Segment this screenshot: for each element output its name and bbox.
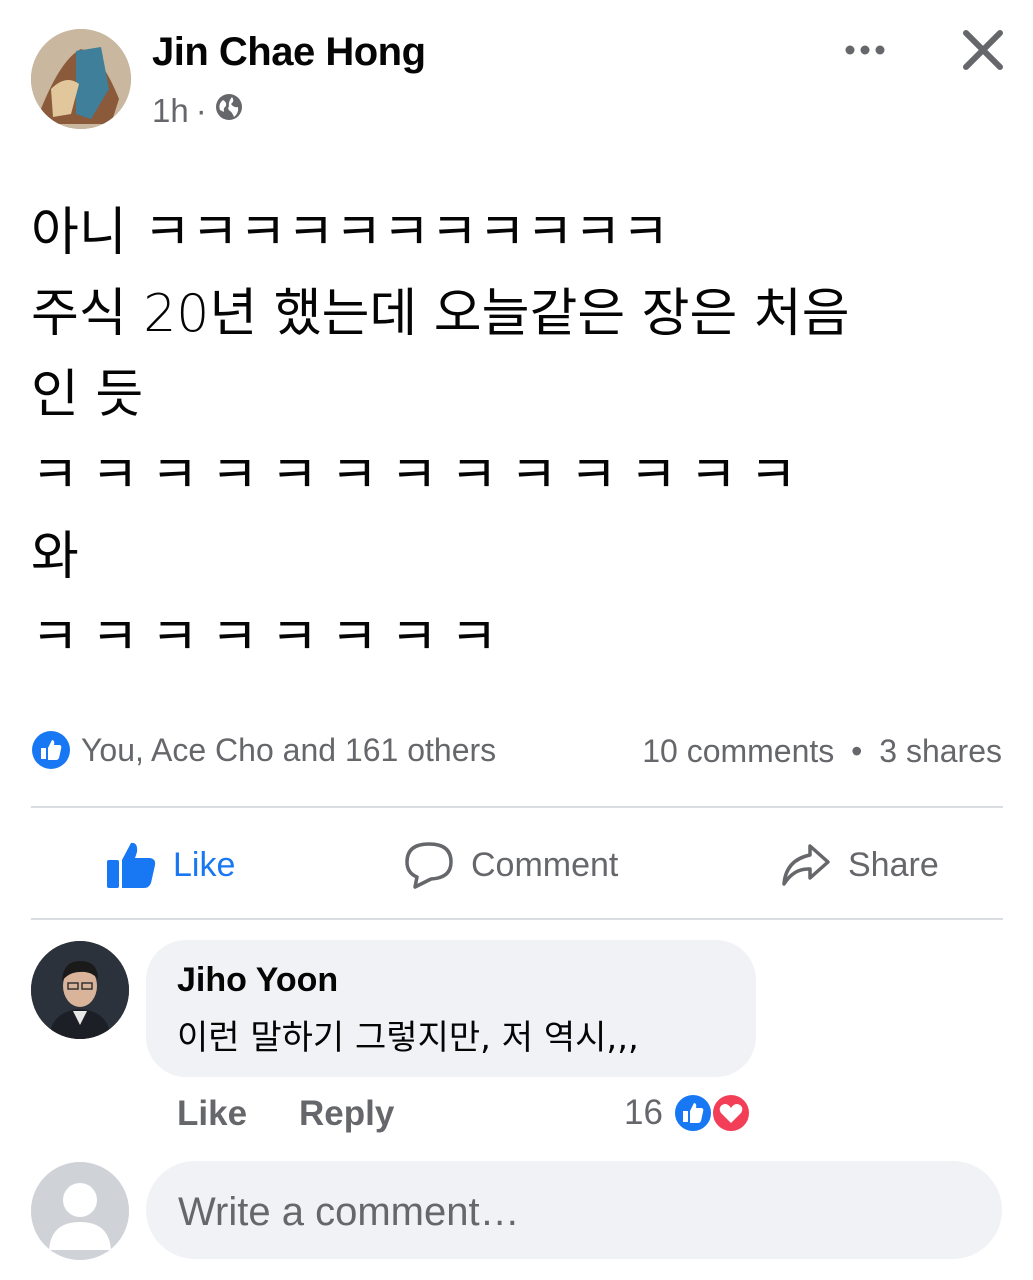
shares-count[interactable]: 3 shares bbox=[879, 733, 1002, 769]
meta-separator: · bbox=[195, 92, 207, 129]
comment-reaction-count: 16 bbox=[624, 1093, 663, 1132]
comment-label: Comment bbox=[471, 845, 619, 884]
post-line: 와 bbox=[31, 527, 79, 587]
reactions-text: You, Ace Cho and 161 others bbox=[81, 731, 497, 768]
comment-text: 이런 말하기 그렇지만, 저 역시,,, bbox=[177, 1018, 639, 1058]
comment-reactions[interactable]: 16 bbox=[624, 1093, 755, 1133]
comment-button[interactable]: Comment bbox=[403, 835, 618, 895]
comment-icon bbox=[405, 842, 453, 889]
thumbs-up-icon bbox=[107, 842, 156, 888]
post-line: 인 듯 bbox=[31, 365, 144, 425]
my-avatar[interactable] bbox=[31, 1162, 129, 1260]
like-button[interactable]: Like bbox=[105, 835, 235, 895]
comments-count[interactable]: 10 comments bbox=[642, 733, 834, 769]
count-separator: • bbox=[851, 733, 863, 769]
like-reaction-icon bbox=[32, 731, 70, 769]
engagement-counts: 10 comments • 3 shares bbox=[642, 733, 1002, 770]
comment-input-placeholder: Write a comment… bbox=[178, 1190, 520, 1234]
share-button[interactable]: Share bbox=[780, 835, 939, 895]
post-time[interactable]: 1h bbox=[152, 92, 189, 130]
commenter-avatar[interactable] bbox=[31, 941, 129, 1039]
author-avatar[interactable] bbox=[31, 29, 131, 129]
reactions-summary[interactable]: You, Ace Cho and 161 others bbox=[31, 730, 496, 770]
post-line: ㅋㅋㅋㅋㅋㅋㅋㅋㅋㅋㅋㅋㅋ bbox=[31, 446, 809, 506]
post-meta: 1h · bbox=[152, 92, 244, 130]
comment-reply-button[interactable]: Reply bbox=[299, 1094, 394, 1134]
post-line: ㅋㅋㅋㅋㅋㅋㅋㅋ bbox=[31, 608, 510, 668]
post-line: 주식 20년 했는데 오늘같은 장은 처음 bbox=[31, 284, 850, 344]
share-label: Share bbox=[848, 845, 939, 884]
post-body: 아니 ㅋㅋㅋㅋㅋㅋㅋㅋㅋㅋㅋ 주식 20년 했는데 오늘같은 장은 처음 인 듯… bbox=[31, 193, 1006, 679]
globe-icon bbox=[214, 92, 244, 130]
divider bbox=[31, 918, 1003, 920]
comment-like-button[interactable]: Like bbox=[177, 1094, 247, 1134]
close-icon[interactable] bbox=[958, 25, 1008, 75]
like-reaction-icon bbox=[672, 1093, 713, 1133]
like-label: Like bbox=[173, 845, 236, 884]
commenter-name[interactable]: Jiho Yoon bbox=[177, 961, 338, 1000]
heart-reaction-icon bbox=[710, 1093, 751, 1133]
post-line: 아니 ㅋㅋㅋㅋㅋㅋㅋㅋㅋㅋㅋ bbox=[31, 203, 670, 263]
share-icon bbox=[782, 844, 830, 886]
post-author-name[interactable]: Jin Chae Hong bbox=[152, 30, 426, 75]
reaction-icons bbox=[672, 1093, 755, 1133]
more-options-icon[interactable] bbox=[840, 30, 890, 70]
divider bbox=[31, 806, 1003, 808]
